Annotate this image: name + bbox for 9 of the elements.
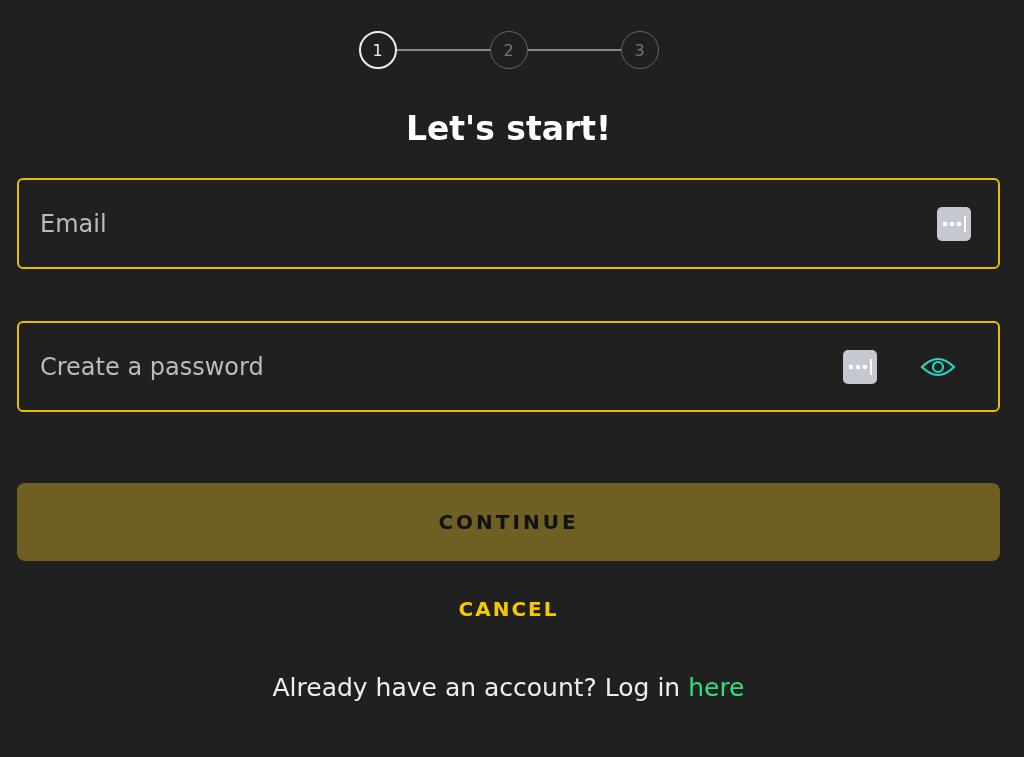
login-prompt: Already have an account? Log in here [272,673,745,702]
login-link[interactable]: here [688,673,745,702]
password-key-icon[interactable] [936,205,972,242]
step-indicator: 1 [358,31,397,69]
password-field[interactable]: Create a password [17,321,1000,412]
page-title: Let's start! [405,108,612,150]
email-field[interactable]: Email [17,178,1000,269]
password-key-icon[interactable] [842,348,878,385]
cancel-link[interactable]: CANCEL [458,597,559,621]
